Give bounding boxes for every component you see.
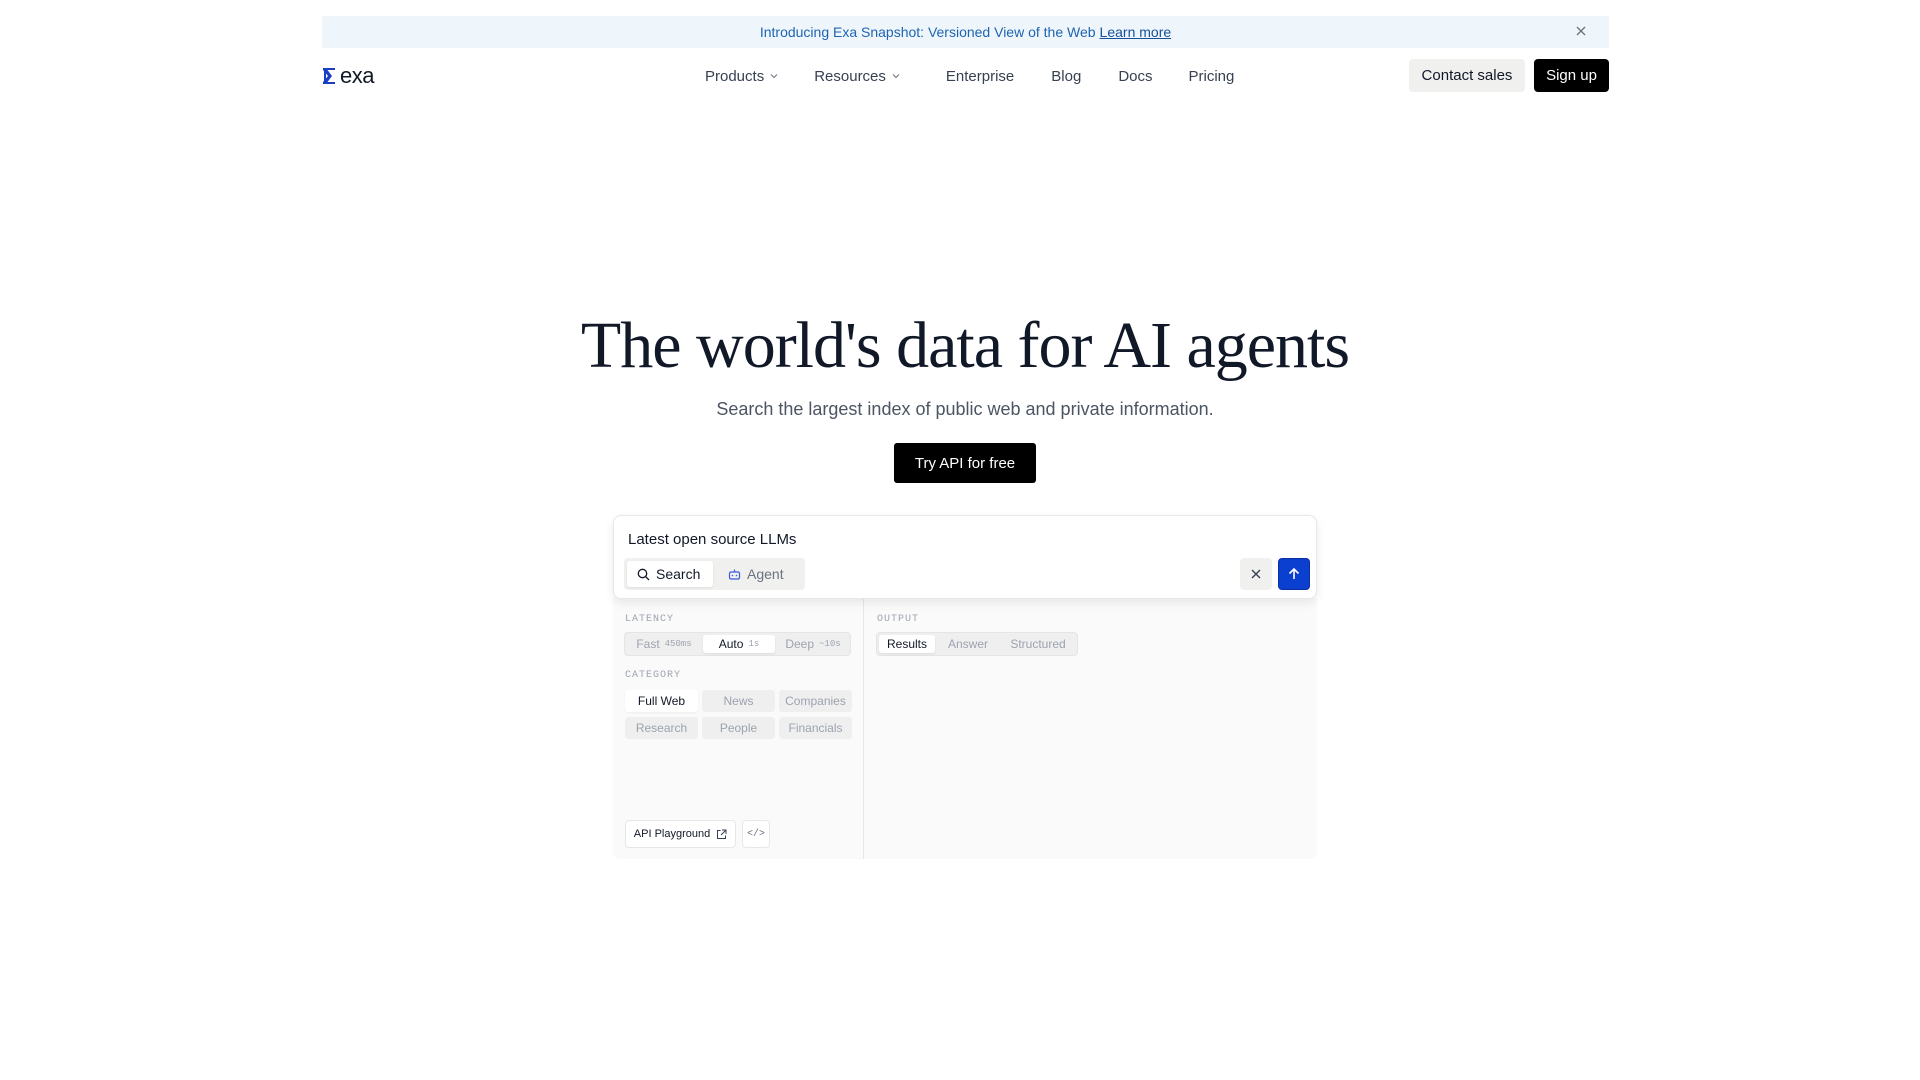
robot-icon [728,569,741,580]
nav-pricing-label: Pricing [1188,67,1235,85]
nav-resources[interactable]: Resources [814,68,900,85]
category-label: CATEGORY [625,670,682,681]
latency-deep-tag: ~10s [819,639,841,649]
nav-enterprise-label: Enterprise [945,67,1015,85]
latency-fast-label: Fast [636,637,660,651]
mode-search-tab[interactable]: Search [627,561,713,587]
latency-deep[interactable]: Deep ~10s [777,635,849,653]
banner-learn-more-link[interactable]: Learn more [1100,24,1172,40]
output-answer[interactable]: Answer [939,635,997,653]
nav-resources-label: Resources [814,67,886,85]
clear-button[interactable] [1240,558,1272,590]
category-research[interactable]: Research [625,717,698,739]
hero-title: The world's data for AI agents [580,309,1350,382]
close-icon[interactable] [1573,24,1589,40]
chevron-down-icon [892,74,900,79]
latency-selector: Fast 450ms Auto 1s Deep ~10s [624,632,851,656]
chevron-down-icon [770,74,778,79]
code-button[interactable]: </> [742,820,770,848]
sign-up-button[interactable]: Sign up [1534,59,1609,92]
exa-logo-icon [323,68,335,84]
search-icon [637,568,650,580]
category-full-web[interactable]: Full Web [625,690,698,712]
mode-agent-tab[interactable]: Agent [720,561,802,587]
exa-logo[interactable]: exa [322,64,374,88]
nav-docs[interactable]: Docs [1118,68,1152,85]
submit-button[interactable] [1278,558,1310,590]
nav-blog[interactable]: Blog [1051,68,1081,85]
category-news[interactable]: News [702,690,775,712]
nav-products-label: Products [705,67,765,85]
nav-blog-label: Blog [1051,67,1082,85]
latency-label: LATENCY [625,614,675,625]
mode-search-label: Search [656,566,701,582]
nav-products[interactable]: Products [705,68,778,85]
close-icon [1251,569,1261,579]
output-label: OUTPUT [877,614,920,625]
category-companies[interactable]: Companies [779,690,852,712]
latency-fast-tag: 450ms [664,639,692,649]
output-selector: Results Answer Structured [876,632,1078,656]
nav-docs-label: Docs [1118,67,1153,85]
arrow-up-icon [1288,567,1300,579]
output-structured[interactable]: Structured [1001,635,1075,653]
latency-deep-label: Deep [785,637,815,651]
try-api-button[interactable]: Try API for free [894,443,1036,483]
latency-auto-label: Auto [718,637,744,651]
nav-enterprise[interactable]: Enterprise [946,68,1014,85]
latency-auto-tag: 1s [748,639,760,649]
output-results[interactable]: Results [879,635,935,653]
banner-title: Introducing Exa Snapshot: Versioned View… [759,24,1096,40]
api-playground-button[interactable]: API Playground [625,820,736,848]
announcement-banner: Introducing Exa Snapshot: Versioned View… [322,16,1609,48]
hero-subtitle: Search the largest index of public web a… [716,399,1214,419]
search-input[interactable]: Latest open source LLMs [628,531,796,548]
mode-agent-label: Agent [747,566,784,582]
category-people[interactable]: People [702,717,775,739]
nav-pricing[interactable]: Pricing [1189,68,1235,85]
options-panel: LATENCY Fast 450ms Auto 1s Deep ~10s CAT… [613,598,1317,859]
api-playground-label: API Playground [633,828,711,840]
panel-divider [863,598,864,859]
external-link-icon [717,829,727,839]
latency-fast[interactable]: Fast 450ms [627,635,701,653]
category-financials[interactable]: Financials [779,717,852,739]
latency-auto[interactable]: Auto 1s [703,635,775,653]
mode-toggle: Search Agent [624,558,805,590]
search-card: Latest open source LLMs Search Agent [613,515,1317,599]
main-nav: Products Resources Enterprise Blog Docs … [705,64,1234,88]
contact-sales-button[interactable]: Contact sales [1409,59,1525,92]
logo-wordmark: exa [340,63,374,88]
